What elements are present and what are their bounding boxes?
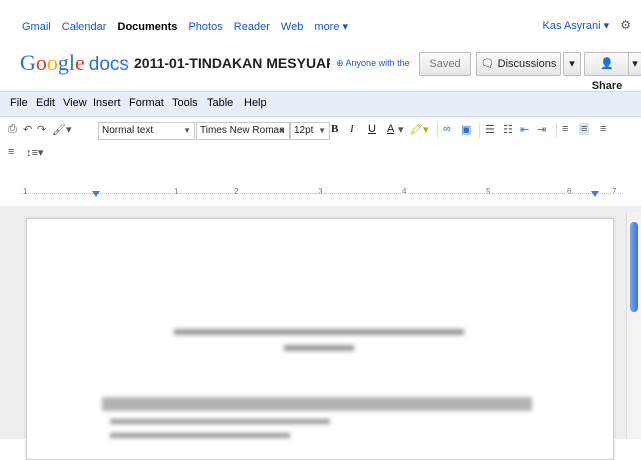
bulleted-list-icon[interactable]: ☷ — [503, 123, 513, 136]
ruler-number: 2 — [233, 187, 240, 196]
increase-indent-icon[interactable]: ⇥ — [537, 123, 546, 136]
chevron-down-icon: ▼ — [318, 126, 326, 135]
top-navigation-bar: Gmail Calendar Documents Photos Reader W… — [0, 0, 641, 40]
ruler: 1 1 2 3 4 5 6 7 — [0, 186, 641, 202]
toolbar-separator — [437, 123, 438, 138]
menu-tools[interactable]: Tools — [172, 97, 198, 109]
font-family-value: Times New Roman — [200, 125, 285, 136]
calendar-link[interactable]: Calendar — [62, 21, 107, 33]
menu-bar: File Edit View Insert Format Tools Table… — [0, 91, 641, 117]
paint-format-icon[interactable]: 🖌▾ — [52, 123, 72, 136]
align-right-icon[interactable]: ≡ — [600, 123, 606, 135]
discussions-dropdown-button[interactable]: ▾ — [563, 52, 581, 76]
text-color-button[interactable]: A — [387, 123, 394, 135]
gear-icon[interactable]: ⚙ — [620, 18, 631, 32]
more-link[interactable]: more ▾ — [314, 21, 348, 33]
person-icon: 👤 — [600, 58, 614, 70]
ruler-number: 1 — [173, 187, 180, 196]
chevron-down-icon: ▼ — [278, 126, 286, 135]
menu-insert[interactable]: Insert — [93, 97, 121, 109]
toolbar-separator — [479, 123, 480, 138]
documents-link[interactable]: Documents — [118, 21, 178, 33]
bold-button[interactable]: B — [331, 123, 338, 135]
menu-table[interactable]: Table — [207, 97, 233, 109]
document-title-bar: Googledocs ☆ 2011-01-TINDAKAN MESYUARAT … — [0, 44, 641, 92]
discussions-label: Discussions — [497, 58, 557, 70]
ruler-number: 4 — [401, 187, 408, 196]
highlight-color-icon[interactable]: 🖍▾ — [409, 123, 429, 136]
image-icon[interactable]: ▣ — [461, 123, 471, 136]
menu-edit[interactable]: Edit — [36, 97, 55, 109]
photos-link[interactable]: Photos — [188, 21, 222, 33]
comment-icon: 🗨 — [480, 58, 498, 70]
chevron-down-icon: ▾ — [632, 58, 638, 70]
menu-help[interactable]: Help — [244, 97, 267, 109]
scrollbar-thumb[interactable] — [630, 222, 638, 312]
underline-button[interactable]: U — [368, 123, 376, 135]
font-size-select[interactable]: 12pt ▼ — [290, 122, 330, 140]
left-indent-marker[interactable] — [92, 191, 100, 197]
print-icon[interactable]: ⎙ — [8, 123, 17, 136]
document-canvas[interactable] — [0, 206, 641, 460]
share-dropdown-button[interactable]: ▾ — [628, 52, 641, 76]
decrease-indent-icon[interactable]: ⇤ — [520, 123, 529, 136]
saved-button[interactable]: Saved — [419, 52, 471, 76]
google-docs-logo[interactable]: Google docs — [20, 50, 129, 76]
paragraph-style-select[interactable]: Normal text ▼ — [98, 122, 195, 140]
blurred-table — [102, 397, 532, 457]
sharing-status-text: Anyone with the — [345, 58, 410, 68]
share-button[interactable]: 👤Share — [584, 52, 630, 92]
blurred-table-header — [102, 397, 532, 411]
blurred-heading-line — [284, 345, 354, 351]
formatting-toolbar: ⎙ ↶ ↷ 🖌▾ Normal text ▼ Times New Roman ▼ 1… — [0, 120, 641, 170]
blurred-heading-line — [174, 329, 464, 335]
document-title[interactable]: 2011-01-TINDAKAN MESYUARAT INDUK — [134, 55, 330, 71]
align-justify-icon[interactable]: ≡ — [8, 146, 14, 158]
ruler-number: 5 — [485, 187, 492, 196]
gmail-link[interactable]: Gmail — [22, 21, 51, 33]
redo-icon[interactable]: ↷ — [37, 123, 46, 136]
blurred-table-row — [110, 419, 330, 424]
ruler-number: 6 — [566, 187, 573, 196]
chevron-down-icon: ▾ — [569, 58, 575, 70]
ruler-number: 7 — [611, 187, 618, 196]
globe-icon: ⊕ — [336, 58, 346, 68]
menu-view[interactable]: View — [63, 97, 87, 109]
toolbar-separator — [556, 123, 557, 138]
chevron-down-icon: ▼ — [183, 126, 191, 135]
discussions-button[interactable]: 🗨 Discussions — [476, 52, 561, 76]
blurred-table-row — [110, 433, 290, 438]
chevron-down-icon[interactable]: ▾ — [398, 123, 404, 136]
reader-link[interactable]: Reader — [234, 21, 270, 33]
align-left-icon[interactable]: ≡ — [562, 123, 568, 135]
paragraph-style-value: Normal text — [102, 125, 154, 136]
link-icon[interactable]: ∞ — [443, 123, 451, 135]
user-area: Kas Asyrani ▾ ⚙ — [543, 18, 632, 32]
document-page[interactable] — [26, 218, 614, 460]
star-icon[interactable]: ☆ — [118, 56, 131, 73]
vertical-scrollbar[interactable] — [626, 212, 641, 439]
undo-icon[interactable]: ↶ — [23, 123, 32, 136]
menu-file[interactable]: File — [10, 97, 28, 109]
ruler-number: 3 — [317, 187, 324, 196]
font-family-select[interactable]: Times New Roman ▼ — [196, 122, 290, 140]
user-menu[interactable]: Kas Asyrani ▾ — [543, 20, 610, 32]
sharing-status[interactable]: ⊕ Anyone with the — [336, 58, 411, 69]
align-center-icon[interactable]: ≡ — [579, 123, 590, 135]
ruler-number: 1 — [22, 187, 29, 196]
right-indent-marker[interactable] — [591, 191, 599, 197]
web-link[interactable]: Web — [281, 21, 303, 33]
google-app-links: Gmail Calendar Documents Photos Reader W… — [22, 20, 356, 33]
numbered-list-icon[interactable]: ☰ — [485, 123, 495, 136]
italic-button[interactable]: I — [350, 123, 354, 135]
font-size-value: 12pt — [294, 125, 314, 136]
menu-format[interactable]: Format — [129, 97, 164, 109]
line-spacing-icon[interactable]: ↕≡▾ — [26, 146, 43, 159]
